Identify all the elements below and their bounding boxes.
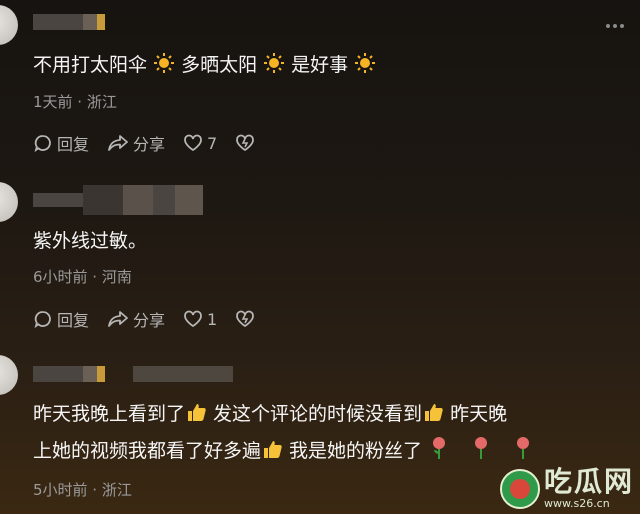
- like-count: 1: [207, 309, 218, 329]
- share-icon: [108, 135, 128, 151]
- username-blurred[interactable]: [33, 14, 105, 30]
- username-blurred[interactable]: [33, 185, 203, 215]
- watermelon-logo-icon: [499, 468, 540, 509]
- comment-meta: 1天前 · 浙江: [33, 93, 117, 111]
- reply-icon: [34, 311, 51, 329]
- rose-emoji: [433, 437, 446, 459]
- like-button[interactable]: 1: [183, 309, 217, 329]
- share-button[interactable]: 分享: [107, 131, 165, 155]
- like-button[interactable]: 7: [183, 133, 217, 153]
- watermark-title: 吃瓜网: [543, 465, 634, 498]
- comment-actions: 回复 分享 1: [33, 307, 277, 331]
- site-watermark: 吃瓜网 www.s26.cn: [499, 465, 634, 510]
- like-count: 7: [207, 133, 218, 153]
- comment-text-line-1: 昨天我晚上看到了 发这个评论的时候没看到 昨天晚: [33, 403, 508, 425]
- more-icon[interactable]: [606, 24, 624, 28]
- avatar[interactable]: [0, 355, 18, 395]
- username-blurred[interactable]: [33, 366, 233, 382]
- comment-text: 紫外线过敏。: [33, 230, 148, 252]
- like-icon: [184, 310, 202, 328]
- comment-text-line-2: 上她的视频我都看了好多遍 我是她的粉丝了: [33, 436, 629, 467]
- rose-emoji: [475, 437, 488, 459]
- dislike-icon: [236, 134, 255, 152]
- sun-emoji: [264, 53, 285, 73]
- comment-meta: 5小时前 · 浙江: [33, 481, 132, 499]
- reply-button[interactable]: 回复: [33, 131, 89, 155]
- thumbs-up-emoji: [425, 404, 443, 421]
- share-button[interactable]: 分享: [107, 307, 165, 331]
- like-icon: [184, 134, 202, 152]
- sun-emoji: [154, 53, 175, 73]
- share-icon: [108, 311, 128, 327]
- avatar[interactable]: [0, 5, 18, 45]
- comment-meta: 6小时前 · 河南: [33, 268, 132, 286]
- dislike-button[interactable]: [235, 133, 259, 153]
- avatar[interactable]: [0, 182, 18, 222]
- thumbs-up-emoji: [188, 404, 206, 421]
- reply-icon: [34, 135, 51, 153]
- reply-button[interactable]: 回复: [33, 307, 89, 331]
- sun-emoji: [355, 53, 376, 73]
- watermark-url: www.s26.cn: [543, 497, 610, 510]
- dislike-icon: [236, 310, 255, 328]
- thumbs-up-emoji: [264, 441, 282, 458]
- rose-emoji: [517, 437, 530, 459]
- dislike-button[interactable]: [235, 309, 259, 329]
- comment-text: 不用打太阳伞 多晒太阳 是好事: [33, 50, 629, 81]
- comment-actions: 回复 分享 7: [33, 131, 277, 155]
